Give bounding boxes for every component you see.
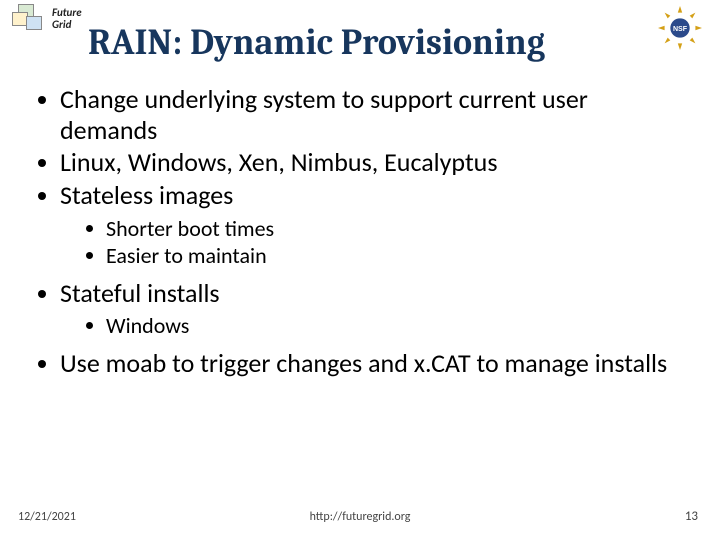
bullet-text: Stateful installs [60,277,220,309]
logo-line1: Future [52,6,82,19]
bullet-item: Stateless images Shorter boot times Easi… [60,180,690,270]
nsf-logo-icon: NSF [658,6,702,50]
bullet-text: Stateless images [60,179,233,211]
footer-date: 12/21/2021 [18,510,76,524]
logo-boxes-icon [12,4,48,34]
bullet-item: Change underlying system to support curr… [60,84,690,145]
sub-bullet-item: Shorter boot times [106,215,690,243]
bullet-item: Stateful installs Windows [60,278,690,340]
bullet-item: Linux, Windows, Xen, Nimbus, Eucalyptus [60,147,690,178]
slide-body: Change underlying system to support curr… [30,84,690,381]
sub-bullet-item: Windows [106,312,690,340]
slide-title: RAIN: Dynamic Provisioning [88,22,545,63]
logo-line2: Grid [52,18,71,31]
footer-page-number: 13 [685,509,698,524]
logo-text: Future Grid [52,7,82,31]
futuregrid-logo: Future Grid [12,4,82,34]
bullet-item: Use moab to trigger changes and x.CAT to… [60,348,690,379]
sub-bullet-item: Easier to maintain [106,242,690,270]
svg-text:NSF: NSF [673,26,688,33]
footer-url: http://futuregrid.org [310,510,411,524]
